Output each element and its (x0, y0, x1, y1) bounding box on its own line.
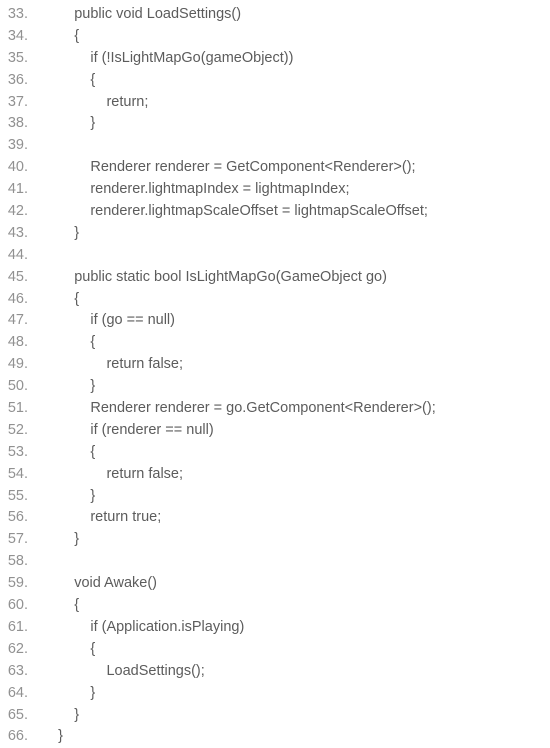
line-number: 41. (0, 179, 42, 201)
code-text: Renderer renderer = go.GetComponent<Rend… (42, 398, 436, 420)
code-text: return true; (42, 507, 161, 529)
line-number: 45. (0, 267, 42, 289)
line-number: 49. (0, 354, 42, 376)
line-number: 38. (0, 113, 42, 135)
code-line: 37. return; (0, 92, 550, 114)
line-number: 42. (0, 201, 42, 223)
line-number: 48. (0, 332, 42, 354)
line-number: 65. (0, 705, 42, 727)
code-line: 52. if (renderer == null) (0, 420, 550, 442)
code-text: void Awake() (42, 573, 157, 595)
line-number: 46. (0, 289, 42, 311)
line-number: 35. (0, 48, 42, 70)
code-line: 41. renderer.lightmapIndex = lightmapInd… (0, 179, 550, 201)
code-text: return; (42, 92, 148, 114)
code-text: } (42, 376, 95, 398)
code-text: { (42, 595, 79, 617)
code-text: if (!IsLightMapGo(gameObject)) (42, 48, 293, 70)
code-line: 45. public static bool IsLightMapGo(Game… (0, 267, 550, 289)
line-number: 52. (0, 420, 42, 442)
code-line: 48. { (0, 332, 550, 354)
code-line: 47. if (go == null) (0, 310, 550, 332)
code-text: { (42, 26, 79, 48)
code-text: { (42, 289, 79, 311)
code-text: } (42, 486, 95, 508)
line-number: 36. (0, 70, 42, 92)
code-line: 63. LoadSettings(); (0, 661, 550, 683)
line-number: 44. (0, 245, 42, 267)
line-number: 61. (0, 617, 42, 639)
code-line: 60. { (0, 595, 550, 617)
line-number: 57. (0, 529, 42, 551)
line-number: 53. (0, 442, 42, 464)
code-line: 44. (0, 245, 550, 267)
code-line: 54. return false; (0, 464, 550, 486)
line-number: 39. (0, 135, 42, 157)
line-number: 33. (0, 4, 42, 26)
code-line: 50. } (0, 376, 550, 398)
code-line: 39. (0, 135, 550, 157)
line-number: 58. (0, 551, 42, 573)
code-line: 61. if (Application.isPlaying) (0, 617, 550, 639)
code-text: } (42, 529, 79, 551)
code-text: } (42, 223, 79, 245)
line-number: 47. (0, 310, 42, 332)
code-line: 34. { (0, 26, 550, 48)
code-line: 49. return false; (0, 354, 550, 376)
code-line: 53. { (0, 442, 550, 464)
code-line: 57. } (0, 529, 550, 551)
line-number: 60. (0, 595, 42, 617)
code-line: 36. { (0, 70, 550, 92)
code-text: { (42, 70, 95, 92)
code-text: { (42, 332, 95, 354)
line-number: 54. (0, 464, 42, 486)
code-text: return false; (42, 464, 183, 486)
code-text: renderer.lightmapScaleOffset = lightmapS… (42, 201, 428, 223)
code-text: } (42, 683, 95, 705)
code-text: } (42, 705, 79, 727)
code-line: 46. { (0, 289, 550, 311)
line-number: 40. (0, 157, 42, 179)
code-line: 62. { (0, 639, 550, 661)
code-line: 33. public void LoadSettings() (0, 4, 550, 26)
code-block: 33. public void LoadSettings()34. {35. i… (0, 4, 550, 748)
code-line: 59. void Awake() (0, 573, 550, 595)
code-text: public static bool IsLightMapGo(GameObje… (42, 267, 387, 289)
code-text: return false; (42, 354, 183, 376)
code-text: if (go == null) (42, 310, 175, 332)
code-line: 64. } (0, 683, 550, 705)
code-line: 51. Renderer renderer = go.GetComponent<… (0, 398, 550, 420)
code-text: { (42, 442, 95, 464)
line-number: 56. (0, 507, 42, 529)
line-number: 37. (0, 92, 42, 114)
code-text: if (renderer == null) (42, 420, 214, 442)
code-line: 35. if (!IsLightMapGo(gameObject)) (0, 48, 550, 70)
code-text: renderer.lightmapIndex = lightmapIndex; (42, 179, 350, 201)
code-line: 56. return true; (0, 507, 550, 529)
code-line: 58. (0, 551, 550, 573)
line-number: 64. (0, 683, 42, 705)
line-number: 34. (0, 26, 42, 48)
line-number: 55. (0, 486, 42, 508)
code-line: 42. renderer.lightmapScaleOffset = light… (0, 201, 550, 223)
code-text: public void LoadSettings() (42, 4, 241, 26)
line-number: 62. (0, 639, 42, 661)
code-line: 65. } (0, 705, 550, 727)
code-text: } (42, 113, 95, 135)
code-line: 38. } (0, 113, 550, 135)
code-line: 43. } (0, 223, 550, 245)
code-text: if (Application.isPlaying) (42, 617, 244, 639)
code-line: 40. Renderer renderer = GetComponent<Ren… (0, 157, 550, 179)
code-line: 55. } (0, 486, 550, 508)
line-number: 50. (0, 376, 42, 398)
code-text: LoadSettings(); (42, 661, 205, 683)
line-number: 51. (0, 398, 42, 420)
line-number: 59. (0, 573, 42, 595)
line-number: 63. (0, 661, 42, 683)
code-text: { (42, 639, 95, 661)
line-number: 43. (0, 223, 42, 245)
code-text: Renderer renderer = GetComponent<Rendere… (42, 157, 416, 179)
